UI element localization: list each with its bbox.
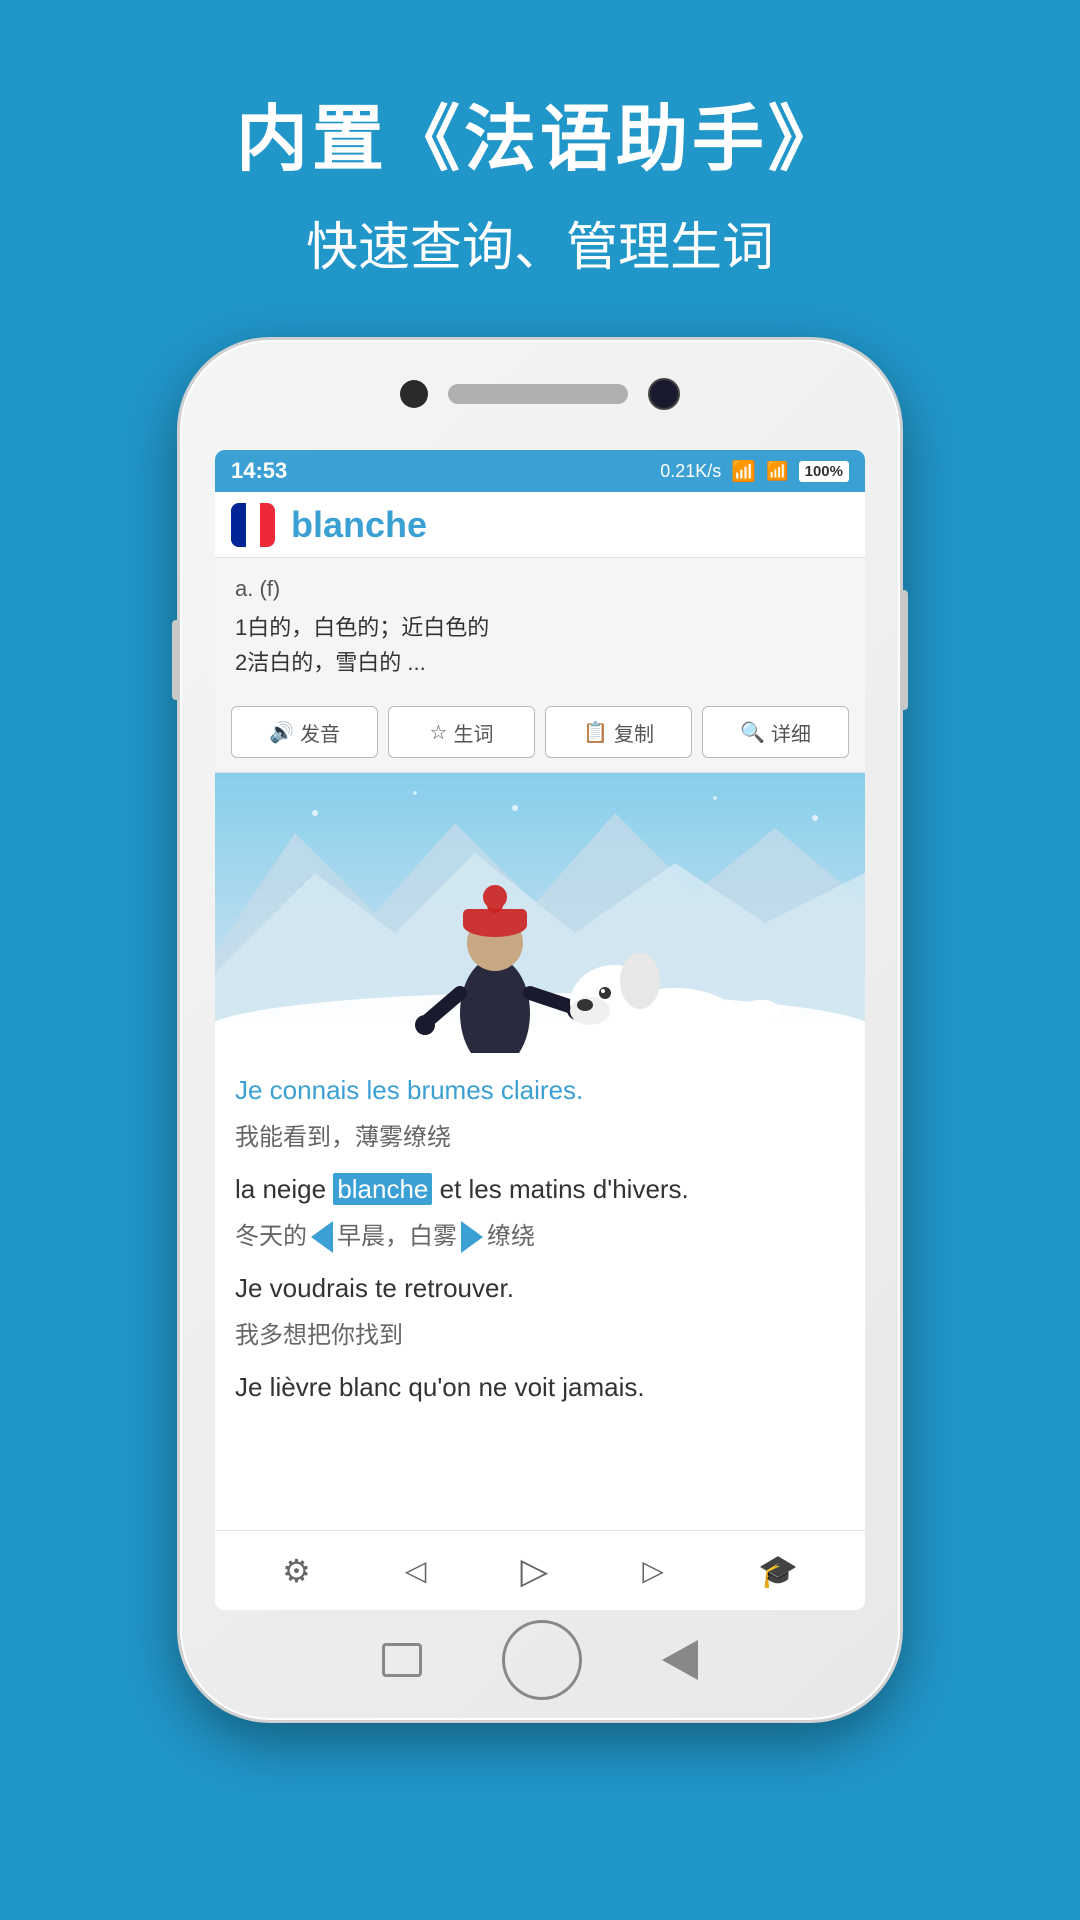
status-time: 14:53 (231, 458, 287, 484)
nav-back-button[interactable] (662, 1640, 698, 1680)
app-header: blanche (215, 492, 865, 558)
top-subtitle: 快速查询、管理生词 (306, 205, 774, 280)
french-sentence-1: Je connais les brumes claires. (235, 1071, 845, 1110)
detail-button[interactable]: 🔍 详细 (702, 706, 849, 758)
graduation-icon[interactable]: 🎓 (758, 1552, 798, 1590)
handle-left-icon (311, 1221, 333, 1253)
prev-button[interactable]: ◁ (405, 1554, 427, 1587)
handle-right-icon (461, 1221, 483, 1253)
signal-icon: 📶 (766, 461, 788, 482)
flag-white (246, 503, 261, 547)
search-icon: 🔍 (740, 720, 765, 745)
nav-square-button[interactable] (382, 1643, 422, 1677)
sound-icon: 🔊 (269, 720, 294, 745)
copy-button[interactable]: 📋 复制 (545, 706, 692, 758)
nav-home-button[interactable] (502, 1620, 582, 1700)
text-after-handle: 缭绕 (487, 1219, 535, 1255)
app-icon (231, 503, 275, 547)
side-button-left (172, 620, 180, 700)
text-before-handle: 冬天的 (235, 1219, 307, 1255)
player-bar: ⚙ ◁ ▷ ▷ 🎓 (215, 1530, 865, 1610)
speaker-grille (448, 384, 628, 404)
handle-mid-text: 早晨，白雾 (337, 1219, 457, 1255)
sentence-2-post: et les matins d'hivers. (432, 1174, 688, 1204)
status-right: 0.21K/s 📶 📶 100% (660, 459, 849, 484)
pronounce-button[interactable]: 🔊 发音 (231, 706, 378, 758)
copy-icon: 📋 (583, 720, 608, 745)
settings-icon[interactable]: ⚙ (282, 1552, 311, 1590)
action-buttons: 🔊 发音 ☆ 生词 📋 复制 🔍 详细 (215, 692, 865, 773)
highlighted-word: blanche (333, 1173, 432, 1205)
vocab-label: 生词 (453, 718, 493, 747)
phone-nav (252, 1620, 828, 1700)
phone-shell: 14:53 0.21K/s 📶 📶 100% (180, 340, 900, 1720)
content-area: Je connais les brumes claires. 我能看到，薄雾缭绕… (215, 1053, 865, 1530)
sentence-2-pre: la neige (235, 1174, 333, 1204)
search-word: blanche (291, 504, 427, 546)
copy-label: 复制 (614, 718, 654, 747)
phone-camera-area (340, 378, 740, 410)
top-title: 内置《法语助手》 (236, 80, 844, 185)
french-flag (231, 503, 275, 547)
french-sentence-4: Je lièvre blanc qu'on ne voit jamais. (235, 1368, 845, 1407)
chinese-sentence-3: 我多想把你找到 (235, 1318, 845, 1354)
definition-area: a. (f) 1白的，白色的；近白色的 2洁白的，雪白的 ... (215, 558, 865, 692)
side-button-right (900, 590, 908, 710)
camera-dot-left (400, 380, 428, 408)
definition-line1: 1白的，白色的；近白色的 (235, 610, 845, 645)
pronounce-label: 发音 (300, 718, 340, 747)
front-camera (648, 378, 680, 410)
battery-indicator: 100% (799, 461, 849, 482)
french-sentence-3: Je voudrais te retrouver. (235, 1269, 845, 1308)
chinese-sentence-1: 我能看到，薄雾缭绕 (235, 1120, 845, 1156)
definition-pos: a. (f) (235, 576, 845, 602)
french-sentence-2: la neige blanche et les matins d'hivers. (235, 1170, 845, 1209)
definition-line2: 2洁白的，雪白的 ... (235, 645, 845, 680)
detail-label: 详细 (771, 718, 811, 747)
page-background: 内置《法语助手》 快速查询、管理生词 14:53 0.21K/s (0, 0, 1080, 1920)
image-area (215, 773, 865, 1053)
wifi-icon: 📶 (731, 459, 756, 484)
star-icon: ☆ (430, 720, 448, 745)
vocab-button[interactable]: ☆ 生词 (388, 706, 535, 758)
phone-screen: 14:53 0.21K/s 📶 📶 100% (215, 450, 865, 1610)
network-speed: 0.21K/s (660, 461, 721, 482)
flag-red (260, 503, 275, 547)
snow-scene-svg (215, 773, 865, 1053)
flag-blue (231, 503, 246, 547)
phone-wrapper: 14:53 0.21K/s 📶 📶 100% (180, 340, 900, 1720)
next-button[interactable]: ▷ (642, 1554, 664, 1587)
play-button[interactable]: ▷ (521, 1550, 549, 1592)
status-bar: 14:53 0.21K/s 📶 📶 100% (215, 450, 865, 492)
chinese-sentence-2: 冬天的 早晨，白雾 缭绕 (235, 1219, 845, 1255)
